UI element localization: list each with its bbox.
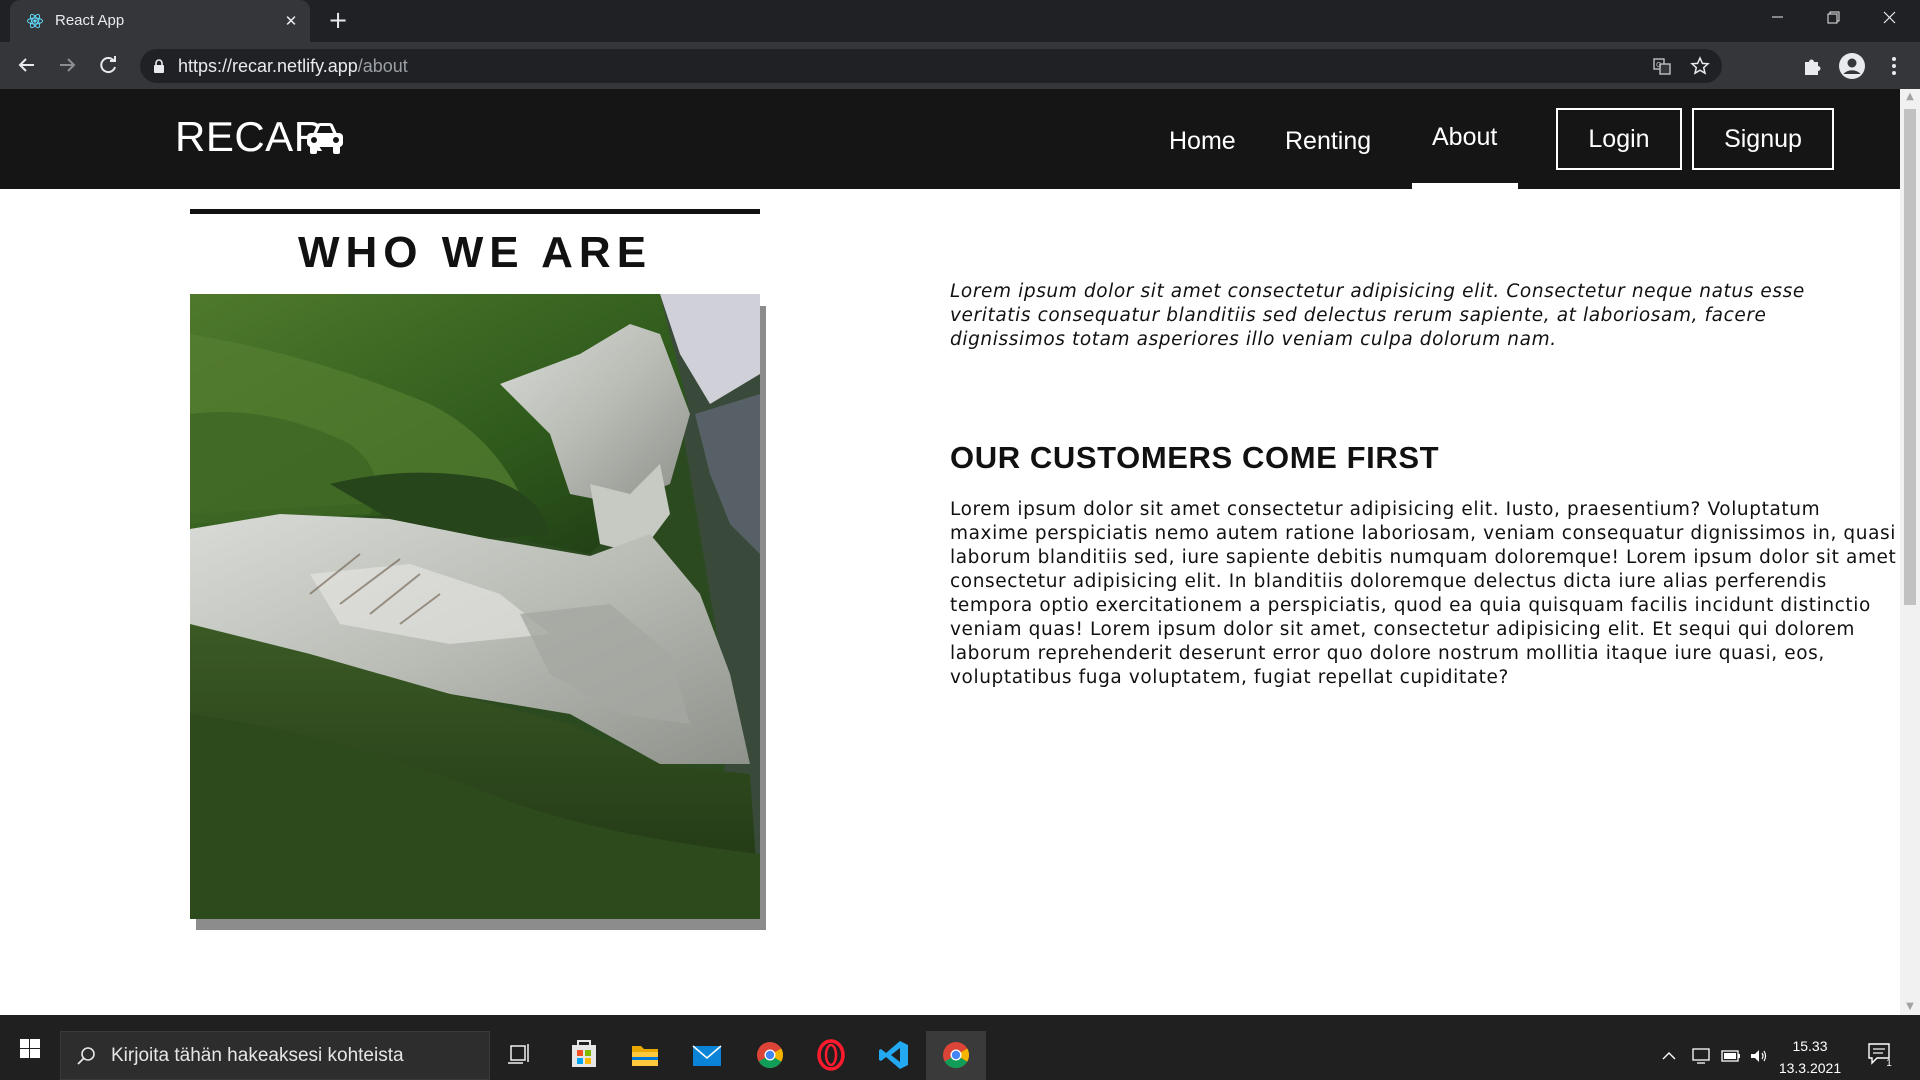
- car-icon[interactable]: [305, 120, 345, 156]
- svg-text:G: G: [1656, 61, 1661, 69]
- volume-icon[interactable]: [1748, 1045, 1770, 1067]
- url-host: https://recar.netlify.app: [178, 56, 358, 76]
- browser-tab[interactable]: React App ✕: [10, 0, 310, 42]
- notification-count-badge: 1: [1886, 1058, 1892, 1069]
- nav-link-home[interactable]: Home: [1169, 127, 1236, 156]
- windows-taskbar: Kirjoita tähän hakeaksesi kohteista 15.3…: [0, 1015, 1920, 1080]
- clock-date: 13.3.2021: [1778, 1060, 1842, 1076]
- react-icon: [27, 13, 43, 29]
- scroll-up-arrow-icon[interactable]: ▲: [1900, 89, 1920, 105]
- signup-button[interactable]: Signup: [1692, 108, 1834, 170]
- task-view-icon[interactable]: [490, 1031, 550, 1080]
- network-icon[interactable]: [1690, 1045, 1712, 1067]
- windows-start-icon[interactable]: [0, 1015, 60, 1080]
- back-arrow-icon[interactable]: [12, 50, 42, 80]
- forward-arrow-icon[interactable]: [52, 50, 82, 80]
- file-explorer-icon[interactable]: [615, 1031, 675, 1080]
- browser-tab-strip: React App ✕ +: [0, 0, 1920, 42]
- microsoft-store-icon[interactable]: [554, 1031, 614, 1080]
- clock-time: 15.33: [1792, 1038, 1828, 1054]
- who-we-are-title: WHO WE ARE: [297, 228, 653, 277]
- lock-icon[interactable]: [152, 58, 166, 74]
- tab-title: React App: [55, 12, 125, 29]
- scrollbar-thumb[interactable]: [1904, 109, 1916, 605]
- extensions-puzzle-icon[interactable]: [1798, 52, 1826, 80]
- customers-first-heading: OUR CUSTOMERS COME FIRST: [950, 440, 1440, 475]
- close-window-button[interactable]: [1862, 0, 1918, 42]
- site-header: RECAR Home Renting About Login Signup: [0, 89, 1900, 189]
- page-scrollbar[interactable]: ▲ ▼: [1900, 89, 1920, 1015]
- opera-icon[interactable]: [801, 1031, 861, 1080]
- nav-link-renting[interactable]: Renting: [1285, 127, 1371, 156]
- url-text[interactable]: https://recar.netlify.app/about: [178, 56, 408, 77]
- restore-window-button[interactable]: [1806, 0, 1862, 42]
- scroll-down-arrow-icon[interactable]: ▼: [1900, 999, 1920, 1015]
- mail-icon[interactable]: [677, 1031, 737, 1080]
- vscode-icon[interactable]: [864, 1031, 924, 1080]
- show-hidden-icons-chevron-icon[interactable]: [1660, 1045, 1678, 1067]
- active-nav-indicator: [1412, 183, 1518, 189]
- battery-icon[interactable]: [1720, 1045, 1742, 1067]
- title-divider: [190, 209, 760, 214]
- url-path: /about: [357, 56, 408, 76]
- chrome-active-window-icon[interactable]: [926, 1031, 986, 1080]
- translate-icon[interactable]: G: [1652, 56, 1672, 76]
- minimize-window-button[interactable]: [1750, 0, 1806, 42]
- login-button[interactable]: Login: [1556, 108, 1682, 170]
- taskbar-search-box[interactable]: Kirjoita tähän hakeaksesi kohteista: [60, 1031, 490, 1080]
- chrome-icon[interactable]: [740, 1031, 800, 1080]
- intro-paragraph: Lorem ipsum dolor sit amet consectetur a…: [950, 281, 1805, 350]
- browser-menu-icon[interactable]: [1880, 52, 1908, 80]
- bookmark-star-icon[interactable]: [1690, 56, 1710, 76]
- nav-link-about[interactable]: About: [1432, 123, 1497, 152]
- reload-icon[interactable]: [93, 50, 123, 80]
- cliff-landscape-image: [190, 294, 760, 919]
- new-tab-button[interactable]: +: [325, 8, 351, 34]
- search-placeholder: Kirjoita tähän hakeaksesi kohteista: [111, 1045, 404, 1066]
- search-icon: [77, 1047, 95, 1065]
- address-bar[interactable]: https://recar.netlify.app/about G: [140, 49, 1722, 83]
- profile-avatar-icon[interactable]: [1838, 52, 1866, 80]
- browser-toolbar: https://recar.netlify.app/about G: [0, 42, 1920, 89]
- brand-logo-text[interactable]: RECAR: [175, 113, 325, 161]
- customers-first-paragraph: Lorem ipsum dolor sit amet consectetur a…: [950, 499, 1897, 688]
- tab-close-icon[interactable]: ✕: [280, 10, 302, 32]
- taskbar-clock[interactable]: 15.33 13.3.2021: [1775, 1035, 1845, 1079]
